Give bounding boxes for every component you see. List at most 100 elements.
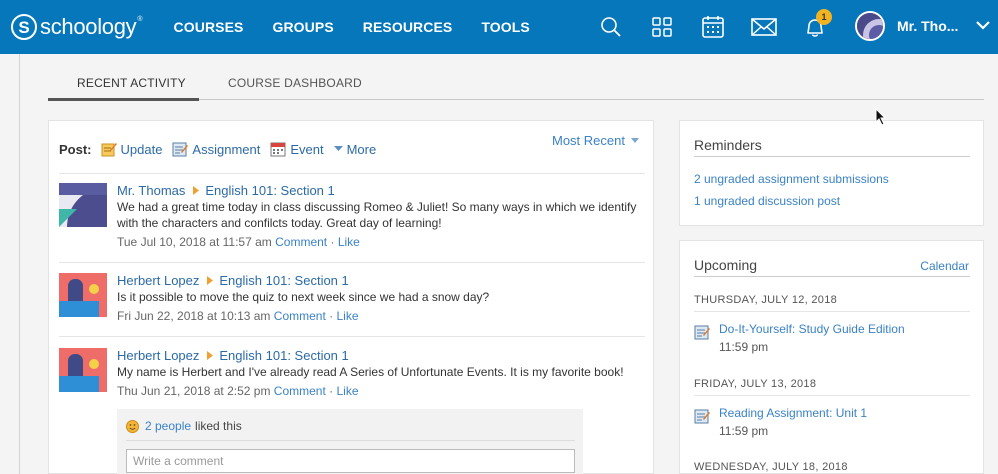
mail-icon[interactable] xyxy=(751,14,777,40)
post-body: Mr. Thomas English 101: Section 1 We had… xyxy=(117,183,645,249)
upcoming-title: Upcoming xyxy=(694,257,758,273)
activity-feed: Post: Update Assignment Event More Most … xyxy=(48,120,654,474)
post-course-link[interactable]: English 101: Section 1 xyxy=(205,183,334,198)
liked-people-link[interactable]: 2 people xyxy=(145,419,191,433)
caret-down-icon xyxy=(630,138,639,143)
assignment-icon xyxy=(172,142,189,157)
day-divider xyxy=(694,395,970,396)
nav-courses[interactable]: COURSES xyxy=(174,19,244,35)
upcoming-day-heading: FRIDAY, JULY 13, 2018 xyxy=(694,378,817,390)
nav-groups[interactable]: GROUPS xyxy=(272,19,333,35)
calendar-link[interactable]: Calendar xyxy=(920,259,969,273)
post-header: Herbert Lopez English 101: Section 1 xyxy=(117,273,645,288)
post-date: Fri Jun 22, 2018 at 10:13 am xyxy=(117,309,271,323)
upcoming-day-heading: WEDNESDAY, JULY 18, 2018 xyxy=(694,461,848,473)
post-author-link[interactable]: Herbert Lopez xyxy=(117,273,199,288)
arrow-right-icon xyxy=(193,186,200,195)
post-assignment-label: Assignment xyxy=(192,141,261,157)
chevron-down-icon[interactable] xyxy=(976,19,991,33)
assignment-icon xyxy=(694,325,710,340)
tab-course-dashboard[interactable]: COURSE DASHBOARD xyxy=(228,76,362,90)
likes-comments-box: 2 people liked this xyxy=(117,409,583,474)
liked-suffix: liked this xyxy=(195,419,242,433)
tab-recent-activity[interactable]: RECENT ACTIVITY xyxy=(77,76,186,90)
post-author-avatar[interactable] xyxy=(59,273,107,317)
like-link[interactable]: Like xyxy=(336,309,358,323)
comment-link[interactable]: Comment xyxy=(274,309,326,323)
meta-separator: · xyxy=(330,235,335,249)
sort-label: Most Recent xyxy=(552,133,625,148)
left-divider xyxy=(19,54,20,474)
day-divider xyxy=(694,311,970,312)
comment-link[interactable]: Comment xyxy=(275,235,327,249)
user-avatar xyxy=(855,11,885,41)
upcoming-card: Upcoming Calendar THURSDAY, JULY 12, 201… xyxy=(679,240,984,474)
main-nav-links: COURSES GROUPS RESOURCES TOOLS xyxy=(174,19,559,35)
post-more-button[interactable]: More xyxy=(333,141,377,157)
schoology-logo[interactable]: S schoology ® xyxy=(11,14,143,40)
smiley-icon xyxy=(126,419,139,433)
post-date: Thu Jun 21, 2018 at 2:52 pm xyxy=(117,384,271,398)
notifications-bell-icon[interactable]: 1 xyxy=(802,9,832,40)
upcoming-day-heading: THURSDAY, JULY 12, 2018 xyxy=(694,294,838,306)
activity-tabs: RECENT ACTIVITY COURSE DASHBOARD xyxy=(48,54,984,101)
post-text: My name is Herbert and I've already read… xyxy=(117,365,624,379)
event-time: 11:59 pm xyxy=(719,340,769,354)
post-date: Tue Jul 10, 2018 at 11:57 am xyxy=(117,235,272,249)
event-link[interactable]: Reading Assignment: Unit 1 xyxy=(719,406,867,420)
reminders-title: Reminders xyxy=(694,137,762,153)
reminder-ungraded-assignments-link[interactable]: 2 ungraded assignment submissions xyxy=(694,172,889,186)
event-body: Reading Assignment: Unit 1 11:59 pm xyxy=(719,406,867,438)
logo-text: schoology xyxy=(40,14,137,39)
upcoming-event: Do-It-Yourself: Study Guide Edition 11:5… xyxy=(694,322,905,354)
post-meta: Tue Jul 10, 2018 at 11:57 am Comment · L… xyxy=(117,235,645,249)
apps-grid-icon[interactable] xyxy=(649,14,675,40)
feed-divider xyxy=(59,336,645,337)
post-course-link[interactable]: English 101: Section 1 xyxy=(219,273,348,288)
post-header: Mr. Thomas English 101: Section 1 xyxy=(117,183,645,198)
meta-separator: · xyxy=(329,309,334,323)
like-link[interactable]: Like xyxy=(338,235,360,249)
upcoming-divider xyxy=(694,276,970,277)
post-author-link[interactable]: Herbert Lopez xyxy=(117,348,199,363)
post-assignment-button[interactable]: Assignment xyxy=(172,141,260,157)
feed-divider xyxy=(59,262,645,263)
arrow-right-icon xyxy=(207,276,214,285)
user-menu[interactable]: Mr. Tho... xyxy=(855,11,991,41)
calendar-icon[interactable] xyxy=(700,14,726,40)
post-update-button[interactable]: Update xyxy=(101,141,163,157)
update-icon xyxy=(101,143,117,157)
reminders-divider xyxy=(694,156,970,157)
event-time: 11:59 pm xyxy=(719,424,769,438)
like-link[interactable]: Like xyxy=(337,384,359,398)
feed-divider xyxy=(59,173,645,174)
post-author-avatar[interactable] xyxy=(59,348,107,392)
logo-trademark: ® xyxy=(137,15,143,23)
event-link[interactable]: Do-It-Yourself: Study Guide Edition xyxy=(719,322,905,336)
mouse-cursor-icon xyxy=(875,108,887,126)
post-author-link[interactable]: Mr. Thomas xyxy=(117,183,185,198)
meta-separator: · xyxy=(329,384,334,398)
nav-resources[interactable]: RESOURCES xyxy=(363,19,453,35)
user-name: Mr. Tho... xyxy=(897,18,959,34)
search-icon[interactable] xyxy=(598,14,624,40)
nav-tools[interactable]: TOOLS xyxy=(481,19,529,35)
nav-icons: 1 xyxy=(598,0,853,54)
active-tab-indicator xyxy=(48,98,199,101)
post-meta: Thu Jun 21, 2018 at 2:52 pm Comment · Li… xyxy=(117,384,645,398)
reminder-ungraded-discussion-link[interactable]: 1 ungraded discussion post xyxy=(694,194,840,208)
post-meta: Fri Jun 22, 2018 at 10:13 am Comment · L… xyxy=(117,309,645,323)
notification-count-badge: 1 xyxy=(816,9,832,25)
post-update-label: Update xyxy=(120,141,163,157)
upcoming-event: Reading Assignment: Unit 1 11:59 pm xyxy=(694,406,867,438)
post-text: We had a great time today in class discu… xyxy=(117,200,637,230)
event-icon xyxy=(270,142,286,157)
comment-input[interactable] xyxy=(126,449,575,473)
sort-dropdown[interactable]: Most Recent xyxy=(552,133,639,148)
post-more-label: More xyxy=(346,141,377,157)
post-course-link[interactable]: English 101: Section 1 xyxy=(219,348,348,363)
post-event-button[interactable]: Event xyxy=(270,141,324,157)
post-author-avatar[interactable] xyxy=(59,183,107,227)
comment-link[interactable]: Comment xyxy=(274,384,326,398)
post-toolbar: Post: Update Assignment Event More xyxy=(59,141,386,157)
